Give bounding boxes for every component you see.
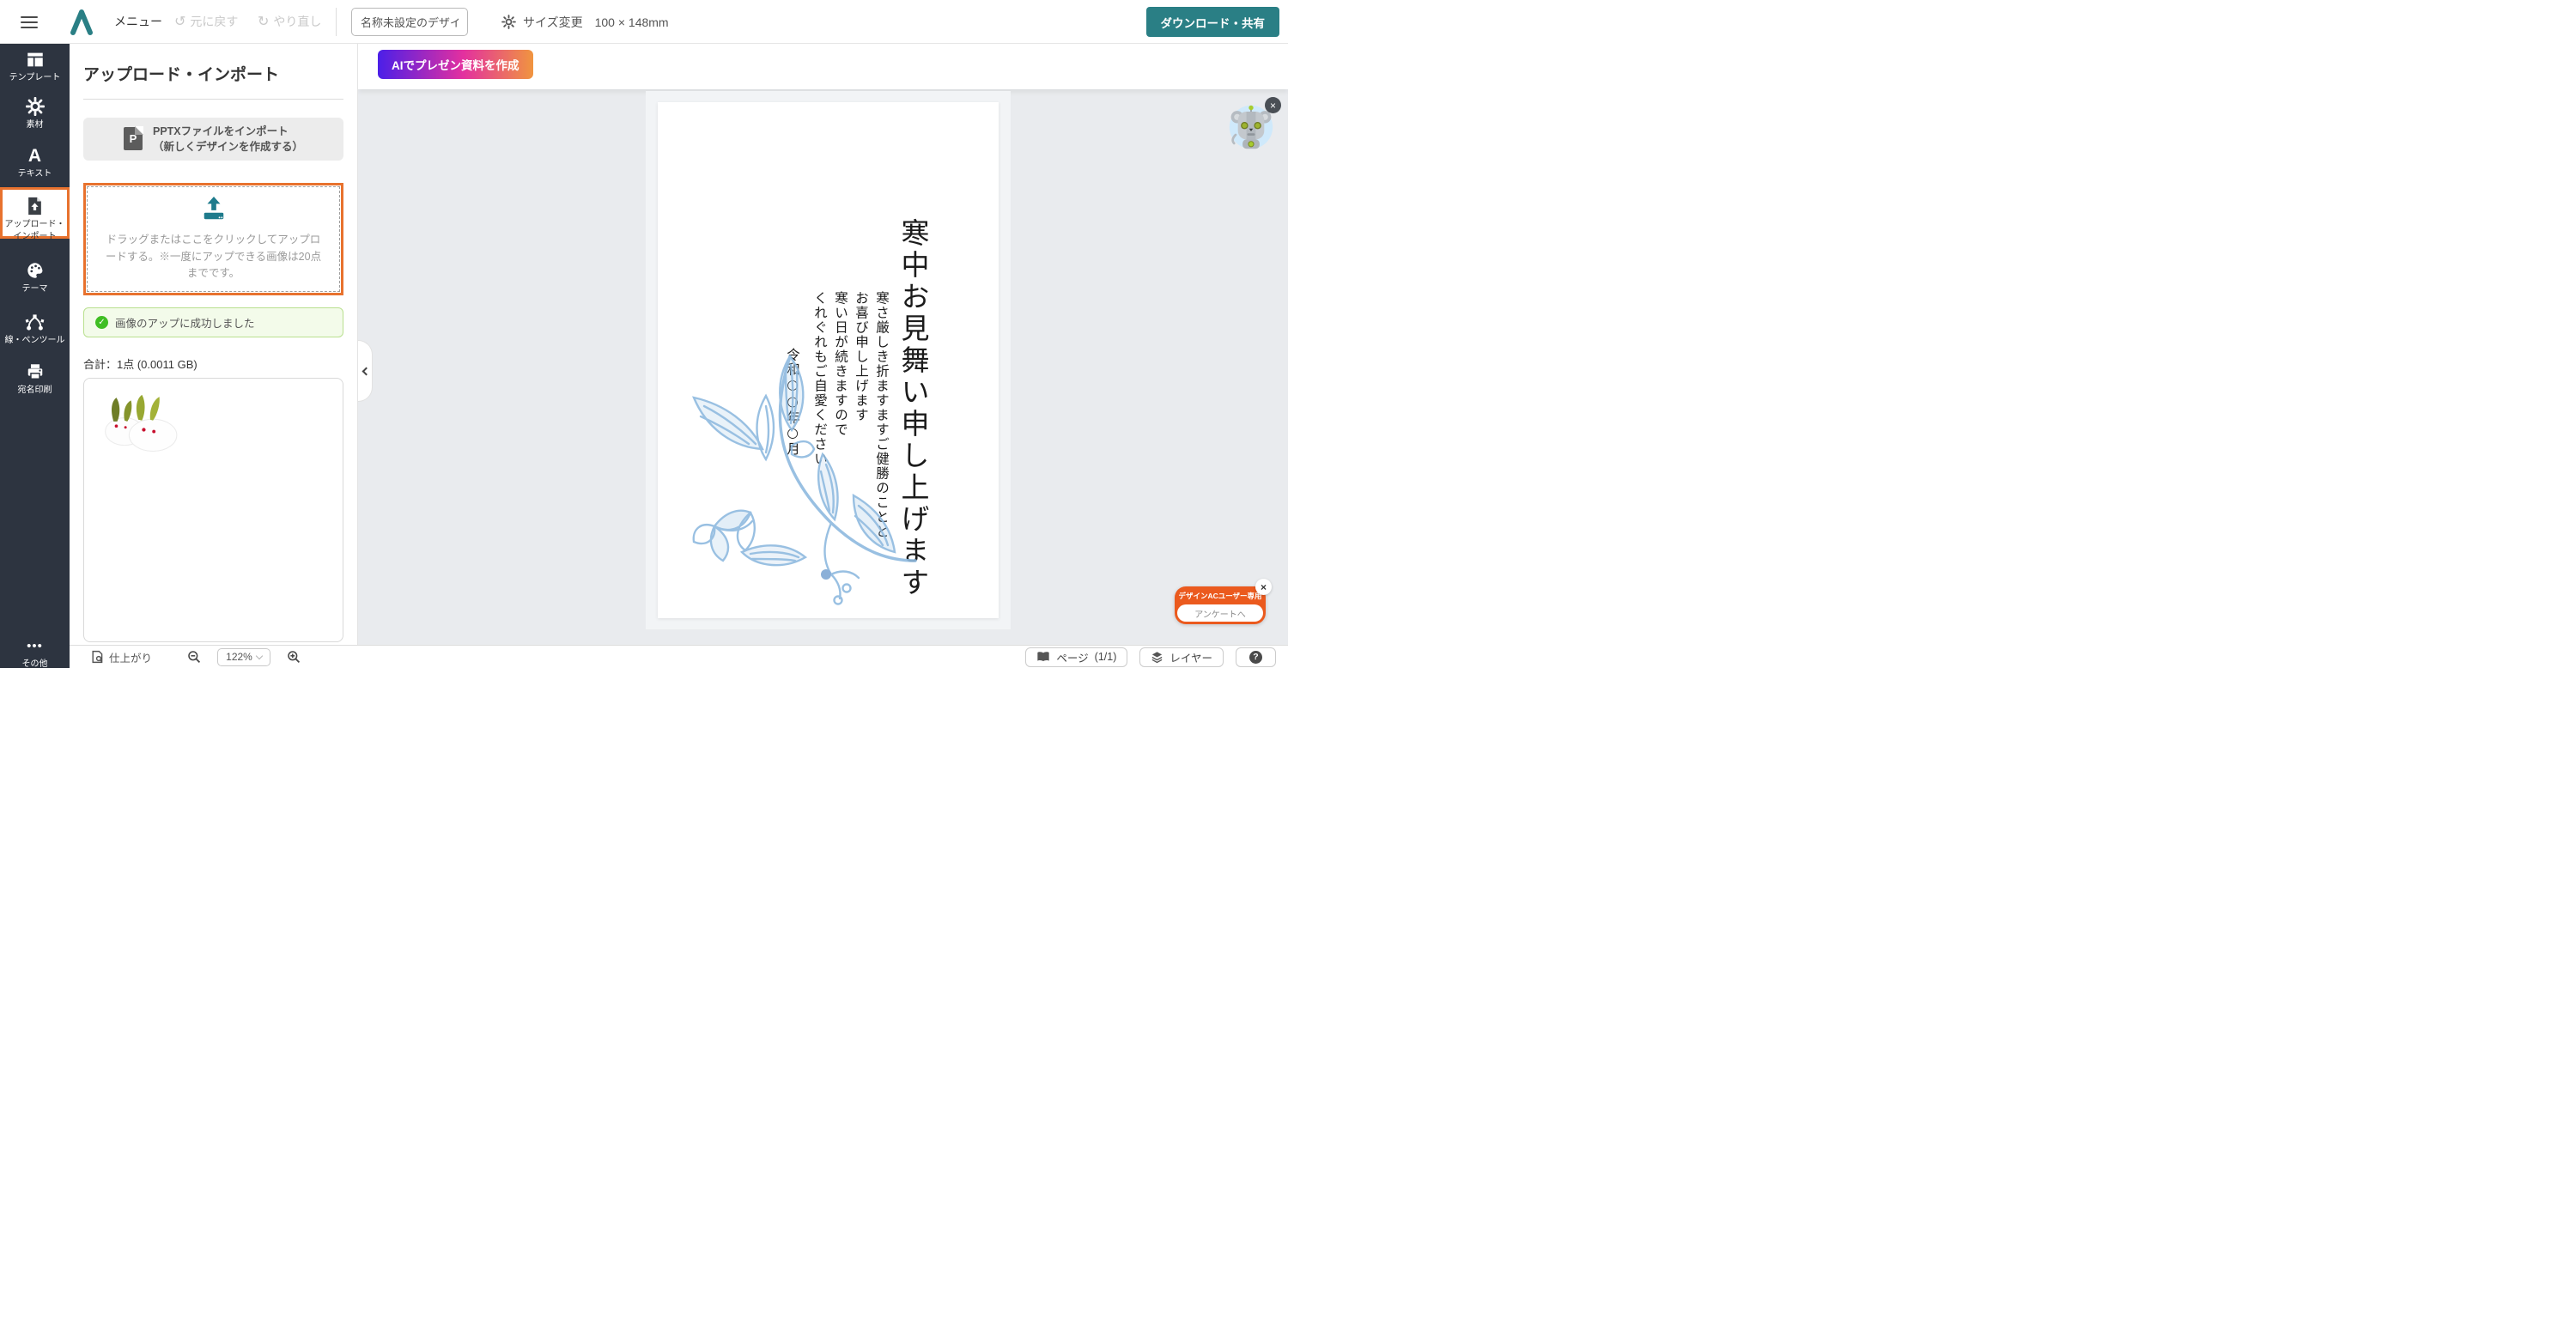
chevron-left-icon	[361, 367, 370, 375]
caret-logo-icon	[67, 7, 96, 36]
undo-button[interactable]: ↺ 元に戻す	[174, 13, 238, 30]
zoom-level-select[interactable]: 122%	[217, 648, 270, 666]
undo-icon: ↺	[174, 15, 185, 28]
printer-icon	[0, 362, 70, 381]
sidebar-item-label: テキスト	[0, 168, 70, 180]
pptx-letter: P	[124, 132, 143, 145]
uploads-list	[83, 378, 343, 642]
sidebar-item-theme[interactable]: テーマ	[0, 261, 70, 295]
layers-label: レイヤー	[1170, 649, 1212, 665]
sidebar-item-address-print[interactable]: 宛名印刷	[0, 362, 70, 397]
gear-icon	[501, 15, 516, 29]
panel-divider	[83, 99, 343, 100]
check-circle-icon: ✓	[95, 316, 108, 329]
canvas-area: AIでプレゼン資料を作成 寒中お見舞い申し上げます 寒さ厳しき折ますますご健勝の…	[358, 44, 1288, 645]
toolbar-divider	[336, 8, 337, 36]
pptx-line1: PPTXファイルをインポート	[153, 125, 289, 137]
layers-button[interactable]: レイヤー	[1139, 647, 1224, 667]
sidebar-item-more[interactable]: ••• その他	[0, 636, 70, 668]
sidebar-item-label: アップロード・インポート	[3, 219, 67, 242]
design-title-input[interactable]	[351, 8, 468, 36]
upload-tray-icon	[199, 196, 228, 222]
redo-label: やり直し	[273, 13, 321, 30]
pptx-file-icon: P	[124, 127, 143, 150]
more-dots-icon: •••	[0, 636, 70, 655]
success-message: 画像のアップに成功しました	[115, 314, 255, 331]
zoom-level-value: 122%	[226, 651, 252, 663]
sidebar-item-label: 宛名印刷	[0, 385, 70, 397]
app-logo[interactable]	[67, 7, 96, 40]
hamburger-menu-icon[interactable]	[21, 13, 38, 30]
sidebar-item-upload-import[interactable]: アップロード・インポート	[0, 187, 70, 239]
sidebar-item-label: 素材	[0, 119, 70, 131]
sidebar-item-label: テーマ	[0, 283, 70, 295]
undo-label: 元に戻す	[190, 13, 238, 30]
survey-link-button[interactable]: アンケートへ	[1177, 604, 1263, 622]
upload-dropzone[interactable]: ドラッグまたはここをクリックしてアップロードする。※一度にアップできる画像は20…	[83, 183, 343, 295]
upload-success-alert: ✓ 画像のアップに成功しました	[83, 307, 343, 337]
help-icon: ?	[1249, 651, 1262, 664]
pages-button[interactable]: ページ (1/1)	[1025, 647, 1127, 667]
panel-collapse-handle[interactable]	[358, 340, 373, 402]
materials-gear-icon	[0, 97, 70, 116]
text-tool-icon: A	[0, 146, 70, 165]
sidebar: テンプレート 素材 A テキスト	[0, 44, 70, 668]
upload-total-label: 合計：1点 (0.0011 GB)	[83, 355, 343, 372]
dropzone-text: ドラッグまたはここをクリックしてアップロードする。※一度にアップできる画像は20…	[105, 232, 322, 282]
template-icon	[0, 50, 70, 69]
top-toolbar: メニュー ↺ 元に戻す ↻ やり直し サイズ変更 100 × 148mm	[0, 0, 1288, 44]
chevron-down-icon	[256, 652, 263, 659]
pages-book-icon	[1036, 651, 1050, 663]
redo-icon: ↻	[258, 15, 269, 28]
upload-file-icon	[3, 197, 67, 216]
finish-preview-toggle[interactable]: 仕上がり	[90, 649, 152, 665]
resize-button[interactable]: サイズ変更 100 × 148mm	[501, 0, 669, 44]
resize-label: サイズ変更	[523, 14, 583, 31]
canvas-top-strip: AIでプレゼン資料を作成	[358, 44, 1288, 89]
uploaded-image-thumbnail-snow-rabbits[interactable]	[96, 391, 192, 456]
finish-preview-icon	[90, 650, 104, 664]
layers-icon	[1151, 651, 1163, 664]
pptx-line2: （新しくデザインを作成する）	[153, 141, 303, 153]
pages-label: ページ	[1056, 649, 1088, 665]
menu-button[interactable]: メニュー	[114, 13, 162, 30]
zoom-out-button[interactable]	[187, 650, 201, 664]
survey-popup: × デザインACユーザー専用 アンケートへ	[1175, 586, 1266, 624]
finish-label: 仕上がり	[109, 649, 152, 665]
ai-presentation-button[interactable]: AIでプレゼン資料を作成	[378, 50, 533, 79]
mascot-close-button[interactable]: ×	[1265, 97, 1281, 113]
sidebar-item-templates[interactable]: テンプレート	[0, 50, 70, 84]
download-share-button[interactable]: ダウンロード・共有	[1146, 7, 1280, 37]
sidebar-item-label: その他	[0, 659, 70, 668]
zoom-in-button[interactable]	[287, 650, 301, 664]
pages-count: (1/1)	[1095, 651, 1117, 663]
zoom-out-icon	[187, 650, 201, 664]
survey-tag: デザインACユーザー専用	[1175, 591, 1266, 601]
bottom-toolbar: 仕上がり 122%	[70, 645, 1288, 668]
help-button[interactable]: ?	[1236, 647, 1276, 667]
sidebar-item-label: 線・ペンツール	[0, 335, 70, 347]
redo-button[interactable]: ↻ やり直し	[258, 13, 321, 30]
design-size-value: 100 × 148mm	[595, 15, 669, 29]
pen-tool-icon	[0, 313, 70, 331]
zoom-in-icon	[287, 650, 301, 664]
sidebar-item-text[interactable]: A テキスト	[0, 146, 70, 180]
sidebar-item-label: テンプレート	[0, 72, 70, 84]
survey-close-button[interactable]: ×	[1255, 579, 1272, 595]
sidebar-item-pen-tool[interactable]: 線・ペンツール	[0, 313, 70, 347]
watercolor-flower-illustration[interactable]	[663, 344, 920, 615]
panel-title: アップロード・インポート	[83, 62, 343, 85]
palette-icon	[0, 261, 70, 280]
postcard-page[interactable]: 寒中お見舞い申し上げます 寒さ厳しき折ますますご健勝のことと お喜び申し上げます…	[658, 102, 999, 618]
pptx-import-button[interactable]: P PPTXファイルをインポート （新しくデザインを作成する）	[83, 118, 343, 161]
upload-import-panel: アップロード・インポート P PPTXファイルをインポート （新しくデザインを作…	[70, 44, 358, 645]
sidebar-item-materials[interactable]: 素材	[0, 97, 70, 131]
app-window: メニュー ↺ 元に戻す ↻ やり直し サイズ変更 100 × 148mm	[0, 0, 1288, 668]
